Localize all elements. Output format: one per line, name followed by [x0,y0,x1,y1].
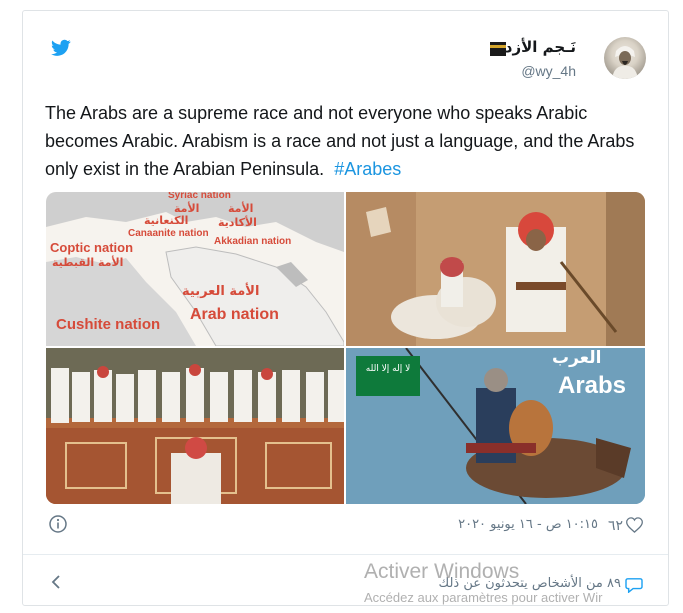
media-arabs-poster[interactable]: لا إله إلا الله العرب Arabs [346,348,645,504]
flag-text: لا إله إلا الله [365,364,411,374]
gathering-photo-icon [46,348,344,504]
map-label-cushite: Cushite nation [56,316,161,333]
map-label-coptic-arabic: الأمة القبطية [52,256,124,269]
avatar-portrait-icon [612,46,638,79]
chevron-left-icon[interactable] [50,574,62,590]
poster-title-english: Arabs [558,372,627,399]
media-grid: Syriac nation الأمة الكنعانية Canaanite … [46,192,645,504]
twitter-logo-icon[interactable] [51,39,71,57]
map-label-akkadian-arabic-2: الأكادية [218,216,257,229]
tweet-card: نَـجم الأزدي @wy_4h The Arabs are a supr… [22,10,669,606]
user-handle[interactable]: @wy_4h [521,63,576,79]
windows-activation-watermark: Activer Windows [364,560,520,583]
map-label-canaanite: Canaanite nation [128,228,209,239]
divider [23,554,668,555]
kaaba-emoji-icon [490,42,506,56]
media-gathering-photo[interactable] [46,348,344,504]
map-label-coptic: Coptic nation [50,240,134,255]
speech-bubble-icon[interactable] [625,577,643,593]
media-map-image[interactable]: Syriac nation الأمة الكنعانية Canaanite … [46,192,344,346]
heart-icon[interactable] [626,517,643,533]
poster-title-arabic: العرب [552,348,602,368]
avatar[interactable] [604,37,646,79]
map-label-arab-arabic: الأمة العربية [182,284,260,299]
hashtag-link[interactable]: #Arabes [334,159,401,179]
tweet-text: The Arabs are a supreme race and not eve… [45,99,645,183]
riders-photo-icon [346,192,645,346]
map-label-syriac: Syriac nation [168,192,231,201]
saudi-flag-icon: لا إله إلا الله [356,356,420,396]
map-label-akkadian: Akkadian nation [214,236,292,247]
map-label-canaanite-arabic: الكنعانية [144,214,189,227]
like-count[interactable]: ٦٢ [608,517,623,534]
tweet-timestamp[interactable]: ١٠:١٥ ص - ١٦ يونيو ٢٠٢٠ [458,517,598,532]
media-riders-photo[interactable] [346,192,645,346]
windows-activation-subtext: Accédez aux paramètres pour activer Wir [364,590,603,605]
map-label-akkadian-arabic-1: الأمة [228,202,254,215]
map-label-arab: Arab nation [190,306,279,323]
info-icon[interactable] [49,515,67,533]
